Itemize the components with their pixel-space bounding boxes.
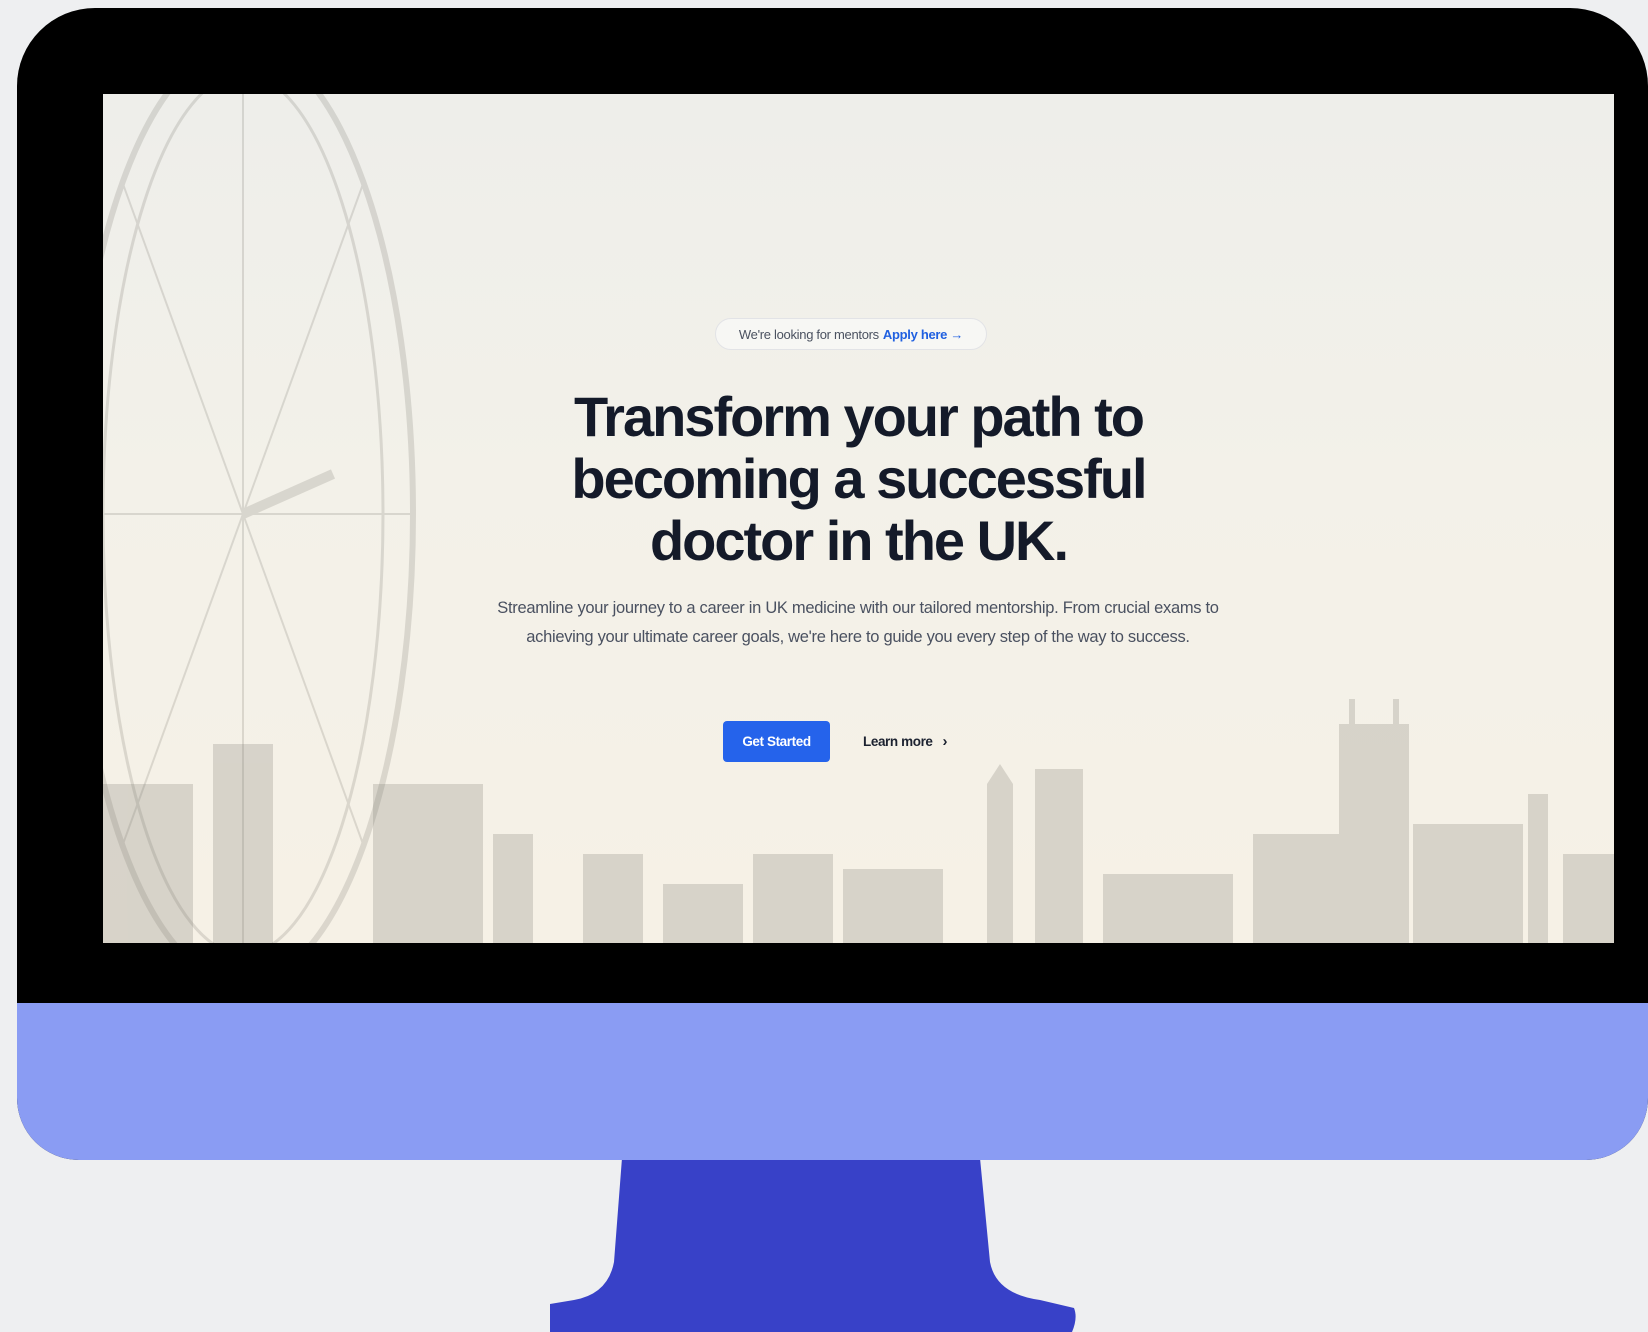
hero-section: We're looking for mentors Apply here → T… <box>103 94 1614 943</box>
monitor-chin <box>17 1003 1648 1160</box>
hero-description: Streamline your journey to a career in U… <box>497 599 1219 646</box>
headline-line-1: Transform your path to <box>574 385 1145 448</box>
hero-headline: Transform your path to becoming a succes… <box>433 386 1284 572</box>
learn-more-button[interactable]: Learn more › <box>863 721 973 762</box>
apply-here-link[interactable]: Apply here → <box>883 327 964 342</box>
chevron-right-icon: › <box>942 733 948 750</box>
mockup-stage: We're looking for mentors Apply here → T… <box>0 0 1648 1332</box>
monitor-frame: We're looking for mentors Apply here → T… <box>17 8 1648 1160</box>
headline-line-3: doctor in the UK. <box>649 509 1069 572</box>
learn-more-label: Learn more <box>863 734 933 749</box>
mentor-announcement-pill: We're looking for mentors Apply here → <box>715 318 987 350</box>
headline-line-2: becoming a successful <box>571 447 1147 510</box>
monitor-stand <box>550 1158 1076 1332</box>
get-started-button[interactable]: Get Started <box>723 721 830 762</box>
website-screen: We're looking for mentors Apply here → T… <box>103 94 1614 943</box>
announcement-text: We're looking for mentors <box>738 326 879 342</box>
